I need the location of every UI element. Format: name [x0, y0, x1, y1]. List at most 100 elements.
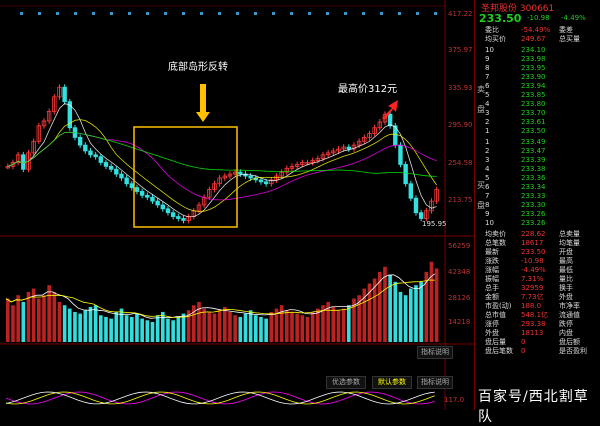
volume-bar: [78, 313, 82, 342]
row-value: 233.90: [521, 73, 546, 81]
price-change-pct: -4.49%: [561, 14, 586, 22]
ask-row: 5 233.85: [475, 91, 600, 100]
volume-bar: [21, 301, 26, 342]
row-label: 总市值: [485, 311, 506, 319]
row-extra: 跌停: [559, 320, 573, 328]
bid-row: 9 233.26: [475, 210, 600, 219]
summary-row: 总手 32959 换手: [475, 284, 600, 293]
volume-bar: [300, 315, 305, 342]
row-value: 7.73亿: [521, 293, 544, 301]
ask-row: 2 233.61: [475, 118, 600, 127]
watermark: 百家号/西北割草队: [478, 389, 589, 425]
volume-bar: [135, 313, 139, 342]
candle-body: [21, 154, 26, 170]
row-label: 总笔数: [485, 239, 506, 247]
ask-row: 7 233.90: [475, 73, 600, 82]
row-label: 金额: [485, 293, 499, 301]
volume-bar: [176, 316, 181, 342]
row-extra: 换手: [559, 284, 573, 292]
island-reversal-label: 底部岛形反转: [168, 62, 228, 73]
summary-row: 涨跌 -10.98 最高: [475, 257, 600, 266]
indicator-help-button[interactable]: 指标说明: [417, 346, 453, 359]
summary-row: 最新 233.50 开盘: [475, 248, 600, 257]
volume-bar: [202, 308, 206, 342]
candle-body: [98, 156, 104, 163]
row-label: 4: [485, 165, 490, 173]
volume-bar: [119, 308, 124, 342]
row-label: 最新: [485, 248, 499, 256]
volume-bar: [341, 308, 346, 342]
row-label: 1: [485, 138, 490, 146]
price-axis-tick: 375.97: [448, 46, 473, 54]
candle-body: [124, 177, 129, 185]
candle-body: [108, 165, 114, 170]
row-label: 盘后量: [485, 338, 506, 346]
event-marker: [272, 12, 275, 15]
ask-row: 1 233.50: [475, 127, 600, 136]
event-marker: [38, 12, 41, 15]
bid-row: 4 233.38: [475, 165, 600, 174]
row-label: 10: [485, 219, 494, 227]
volume-bar: [109, 318, 113, 342]
candlestick-chart[interactable]: [0, 0, 474, 410]
volume-bar: [434, 268, 439, 342]
ask-row: 4 233.80: [475, 100, 600, 109]
tab-default-params[interactable]: 默认参数: [372, 376, 412, 389]
row-value: 0: [521, 338, 526, 346]
volume-bar: [181, 313, 186, 342]
volume-bar: [383, 266, 387, 342]
candle-body: [176, 216, 181, 219]
indicator-help-button-2[interactable]: 指标说明: [417, 376, 453, 389]
row-value: 7.31%: [521, 275, 544, 283]
bid-row: 3 233.39: [475, 156, 600, 165]
volume-bar: [16, 295, 20, 342]
volume-bar: [171, 320, 175, 342]
row-value: 18113: [521, 329, 544, 337]
volume-bar: [223, 306, 227, 342]
volume-bar: [52, 291, 57, 342]
row-label: 涨幅: [485, 266, 499, 274]
volume-bar: [228, 311, 232, 342]
event-marker: [398, 12, 401, 15]
bid-row: 7 233.33: [475, 192, 600, 201]
row-label: 均卖价: [485, 230, 506, 238]
candle-body: [398, 144, 403, 165]
event-marker: [344, 12, 347, 15]
volume-bar: [11, 305, 15, 342]
volume-bar: [6, 298, 10, 342]
row-value: 249.67: [521, 35, 546, 43]
row-value: 18617: [521, 239, 544, 247]
volume-bar: [305, 316, 310, 342]
bid-row: 5 233.36: [475, 174, 600, 183]
price-axis-tick: 335.93: [448, 84, 473, 92]
candle-body: [129, 183, 135, 189]
row-label: 3: [485, 109, 490, 117]
row-label: 5: [485, 91, 490, 99]
volume-bar: [42, 295, 46, 342]
volume-bar: [316, 308, 320, 342]
row-value: 233.26: [521, 210, 546, 218]
row-value: 233.98: [521, 55, 546, 63]
row-label: 6: [485, 183, 490, 191]
row-value: 233.50: [521, 127, 546, 135]
row-value: 233.34: [521, 183, 546, 191]
volume-bar: [207, 311, 212, 342]
price-axis-tick: 417.22: [448, 10, 473, 18]
chart-area[interactable]: 417.22 375.97 335.93 295.90 254.58 213.7…: [0, 0, 474, 410]
candle-body: [145, 194, 150, 198]
tab-optimal-params[interactable]: 优选参数: [326, 376, 366, 389]
volume-bar: [233, 315, 237, 342]
row-extra: 量比: [559, 275, 573, 283]
row-label: 市盈(动): [485, 302, 512, 310]
candle-body: [114, 168, 119, 175]
row-value: 233.70: [521, 109, 546, 117]
bid-row: 1 233.49: [475, 138, 600, 147]
volume-bar: [259, 316, 263, 342]
row-value: 233.39: [521, 156, 546, 164]
order-book-panel: 圣邦股份 300661 233.50 -10.98 -4.49% 委比 -54.4…: [474, 0, 600, 410]
candle-body: [88, 150, 93, 156]
volume-bar: [114, 311, 119, 342]
row-extra: 总买量: [559, 35, 580, 43]
event-marker: [128, 12, 131, 15]
ma-line: [7, 131, 437, 201]
